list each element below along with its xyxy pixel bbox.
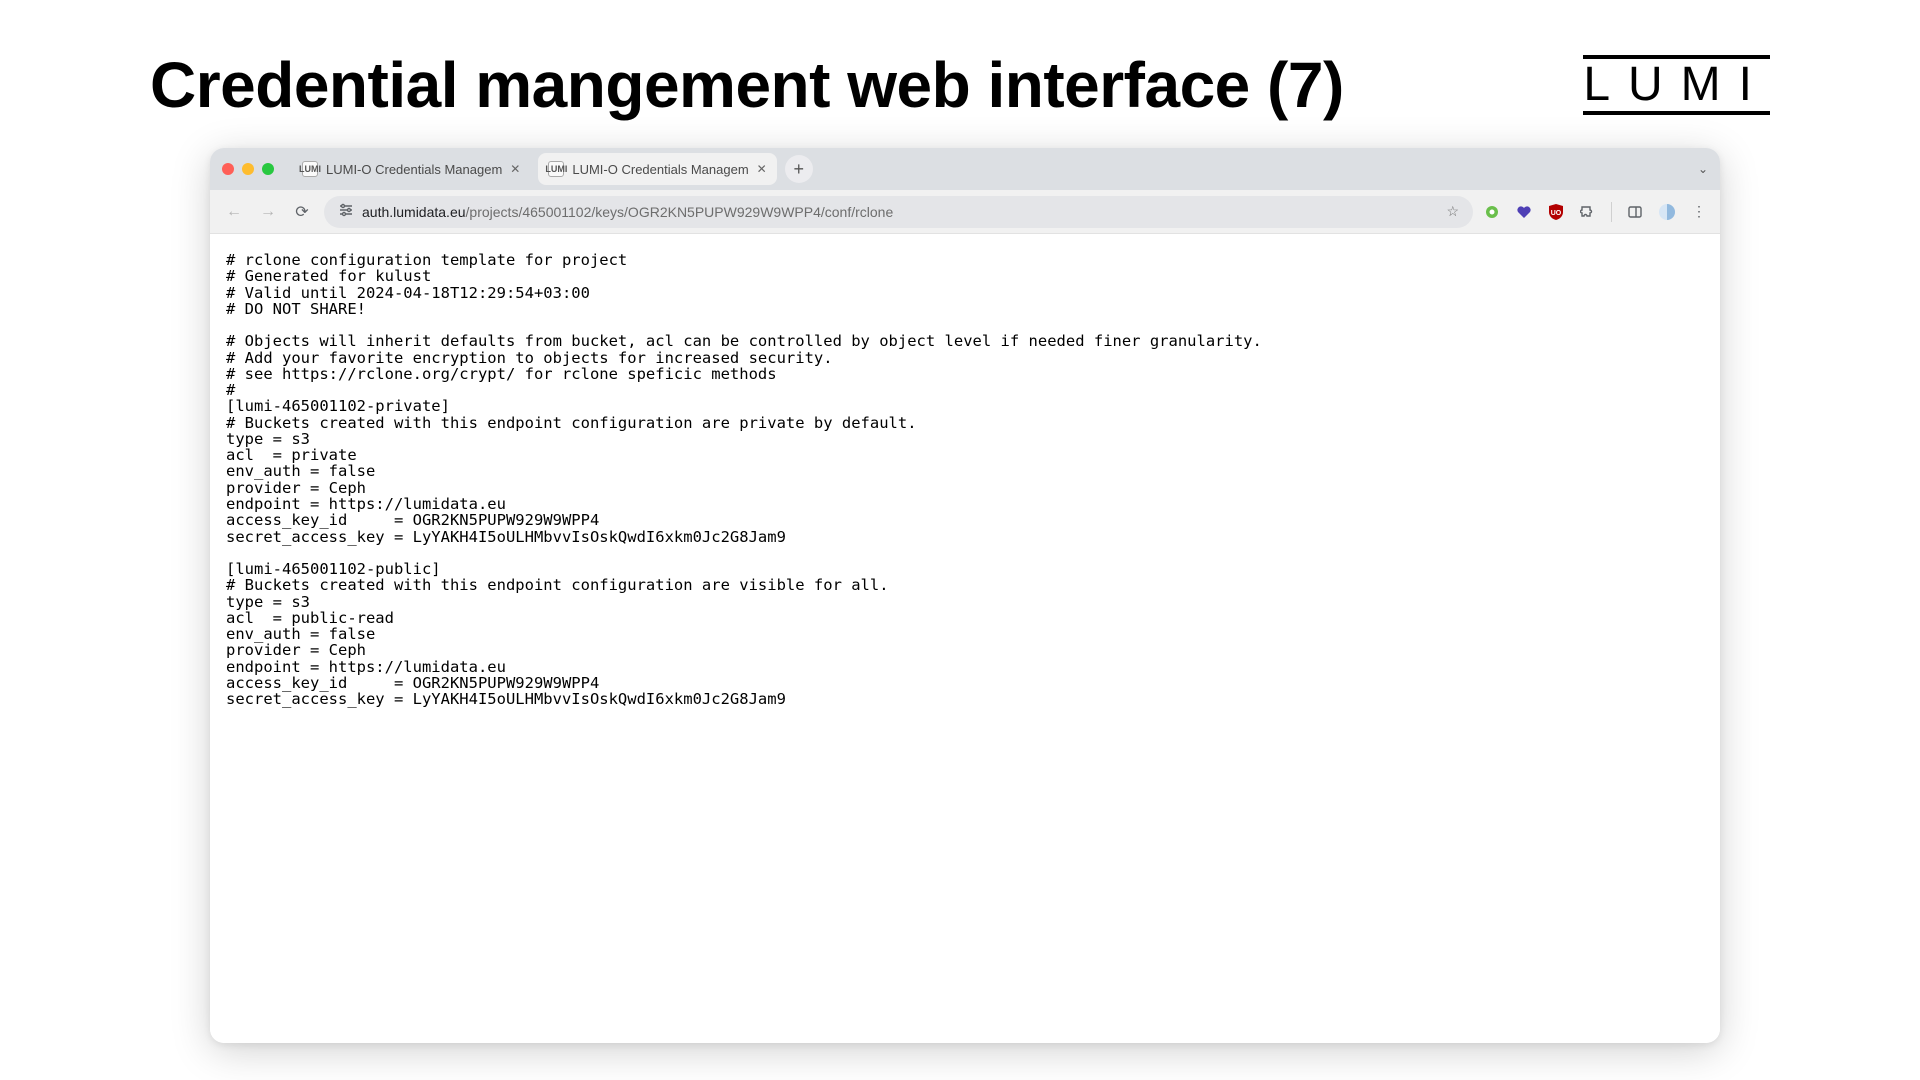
page-content: # rclone configuration template for proj… — [210, 234, 1720, 1043]
address-bar[interactable]: auth.lumidata.eu/projects/465001102/keys… — [324, 196, 1473, 228]
tab-strip: LUMI LUMI-O Credentials Managem ✕ LUMI L… — [210, 148, 1720, 190]
browser-window: LUMI LUMI-O Credentials Managem ✕ LUMI L… — [210, 148, 1720, 1043]
window-controls — [222, 163, 274, 175]
close-tab-icon[interactable]: ✕ — [510, 162, 520, 176]
bookmark-star-icon[interactable]: ☆ — [1446, 203, 1459, 220]
url-path: /projects/465001102/keys/OGR2KN5PUPW929W… — [466, 204, 894, 220]
url-text: auth.lumidata.eu/projects/465001102/keys… — [362, 204, 893, 220]
svg-text:UO: UO — [1551, 210, 1562, 217]
profile-avatar-icon[interactable] — [1658, 203, 1676, 221]
reload-button[interactable]: ⟳ — [290, 200, 314, 224]
tab-title: LUMI-O Credentials Managem — [326, 162, 502, 177]
slide-title: Credential mangement web interface (7) — [150, 48, 1344, 122]
url-domain: auth.lumidata.eu — [362, 204, 466, 220]
browser-menu-icon[interactable]: ⋮ — [1690, 203, 1708, 221]
extensions-puzzle-icon[interactable] — [1579, 203, 1597, 221]
ublock-icon[interactable]: UO — [1547, 203, 1565, 221]
extension-1-icon[interactable] — [1483, 203, 1501, 221]
forward-button[interactable]: → — [256, 200, 280, 224]
tab-1[interactable]: LUMI LUMI-O Credentials Managem ✕ — [538, 153, 776, 185]
rclone-config-text: # rclone configuration template for proj… — [226, 252, 1704, 707]
site-settings-icon[interactable] — [338, 202, 354, 221]
lumi-logo: LUMI — [1583, 55, 1770, 116]
toolbar-divider — [1611, 202, 1612, 222]
maximize-window-button[interactable] — [262, 163, 274, 175]
slide-header: Credential mangement web interface (7) L… — [150, 48, 1770, 122]
extension-2-icon[interactable] — [1515, 203, 1533, 221]
extension-icons: UO ⋮ — [1483, 202, 1708, 222]
minimize-window-button[interactable] — [242, 163, 254, 175]
close-tab-icon[interactable]: ✕ — [757, 162, 767, 176]
back-button[interactable]: ← — [222, 200, 246, 224]
side-panel-icon[interactable] — [1626, 203, 1644, 221]
tab-0[interactable]: LUMI LUMI-O Credentials Managem ✕ — [292, 153, 530, 185]
new-tab-button[interactable]: + — [785, 155, 813, 183]
close-window-button[interactable] — [222, 163, 234, 175]
tab-favicon: LUMI — [302, 161, 318, 177]
browser-toolbar: ← → ⟳ auth.lumidata.eu/projects/46500110… — [210, 190, 1720, 234]
tab-title: LUMI-O Credentials Managem — [572, 162, 748, 177]
tab-favicon: LUMI — [548, 161, 564, 177]
tab-strip-right: ⌄ — [1698, 162, 1708, 176]
tab-list-dropdown-icon[interactable]: ⌄ — [1698, 162, 1708, 176]
